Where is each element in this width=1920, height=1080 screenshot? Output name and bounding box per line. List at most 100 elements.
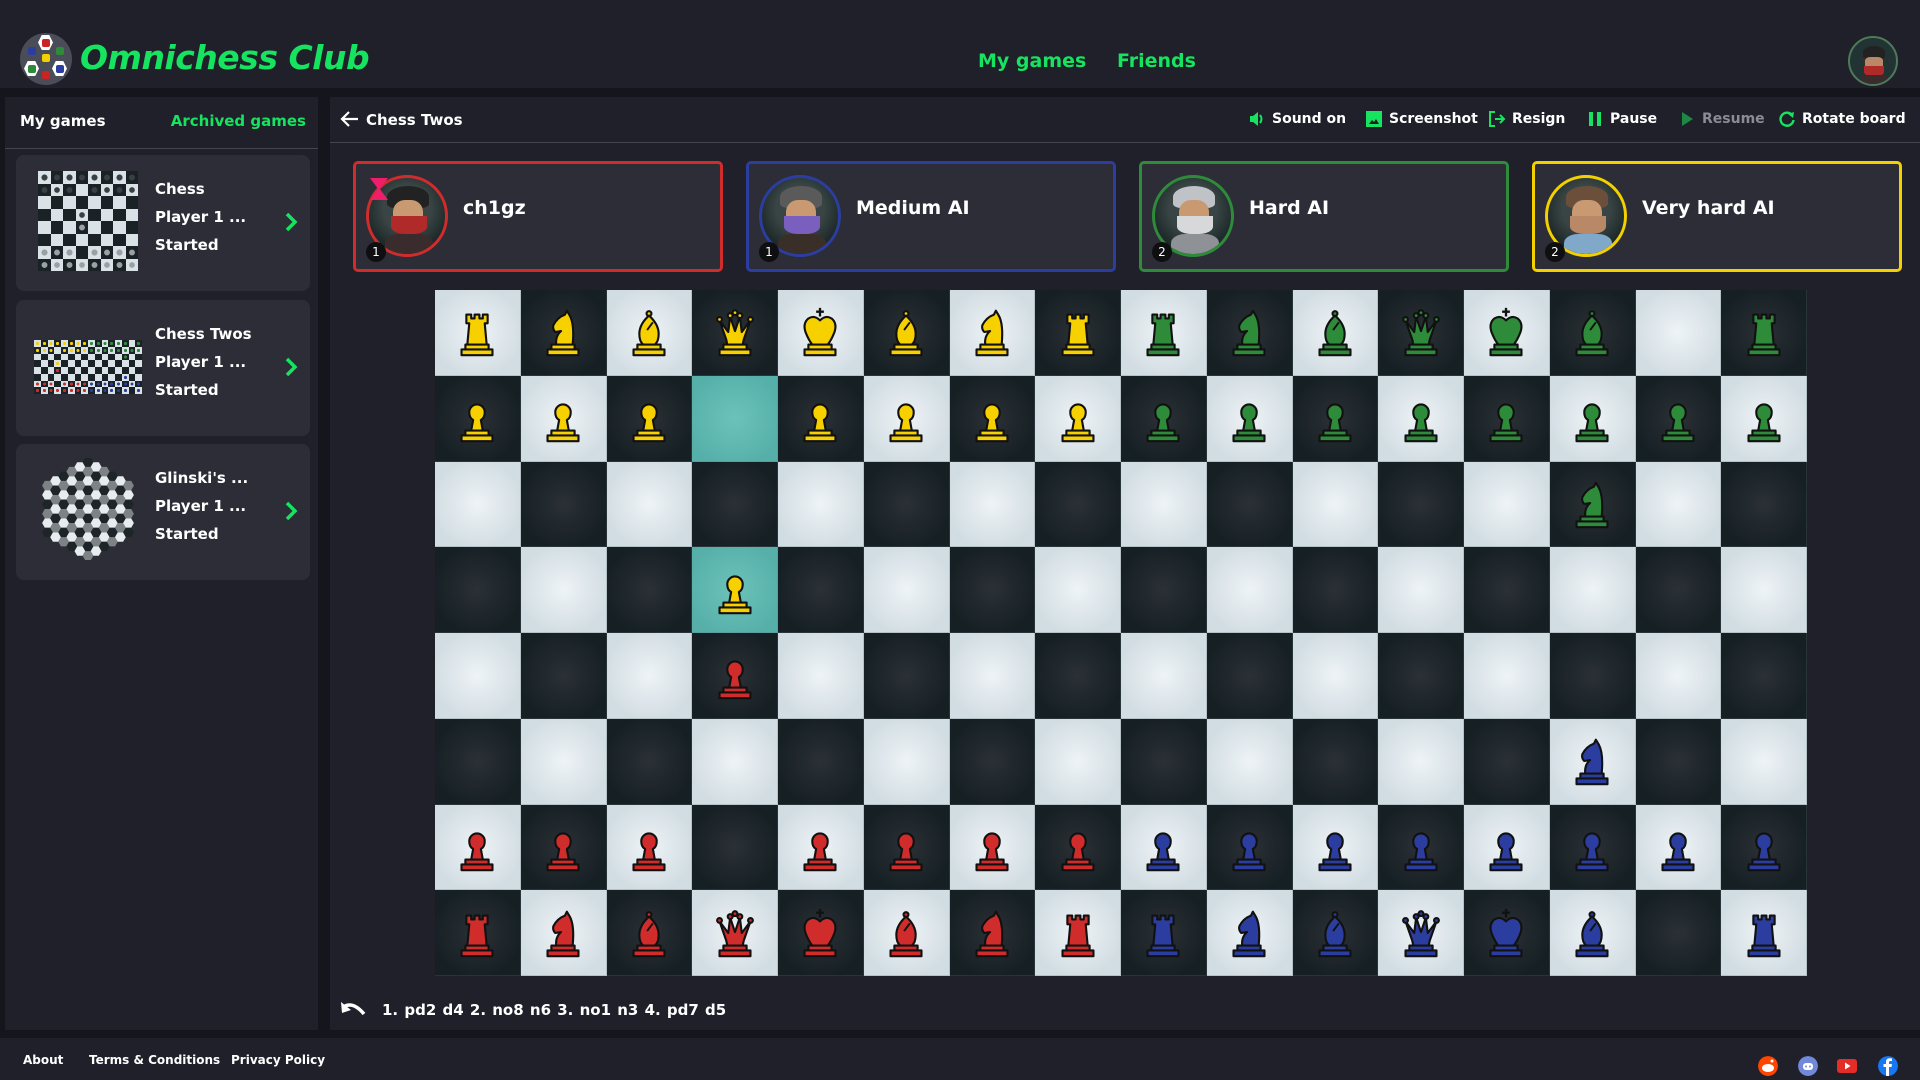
board-square[interactable] xyxy=(606,547,693,633)
red-pawn-icon[interactable] xyxy=(448,818,506,876)
footer-terms-link[interactable]: Terms & Conditions xyxy=(89,1053,220,1067)
board-square[interactable] xyxy=(1464,890,1550,976)
board-square[interactable] xyxy=(778,718,864,805)
board-square[interactable] xyxy=(1378,547,1464,633)
red-pawn-icon[interactable] xyxy=(963,818,1021,876)
board-square[interactable] xyxy=(1721,461,1807,548)
board-square[interactable] xyxy=(863,890,950,976)
board-square[interactable] xyxy=(1035,804,1121,891)
board-square[interactable] xyxy=(1292,804,1379,891)
board-square[interactable] xyxy=(606,290,693,376)
board-square[interactable] xyxy=(1635,633,1722,719)
board-square[interactable] xyxy=(1035,290,1121,376)
green-bishop-icon[interactable] xyxy=(1306,303,1364,361)
board-square[interactable] xyxy=(1035,718,1121,805)
board-square[interactable] xyxy=(520,633,607,719)
red-pawn-icon[interactable] xyxy=(877,818,935,876)
omnichess-logo-icon[interactable] xyxy=(20,33,72,85)
blue-bishop-icon[interactable] xyxy=(1306,904,1364,962)
nav-my-games[interactable]: My games xyxy=(978,50,1086,72)
blue-rook-icon[interactable] xyxy=(1134,904,1192,962)
game-card-chess[interactable]: Chess Player 1 ... Started xyxy=(16,155,310,291)
board-square[interactable] xyxy=(1121,633,1207,719)
board-square[interactable] xyxy=(1035,547,1121,633)
player-card[interactable]: 2 Very hard AI xyxy=(1532,161,1902,272)
yellow-pawn-icon[interactable] xyxy=(877,389,935,447)
board-square[interactable] xyxy=(692,890,778,976)
board-square[interactable] xyxy=(949,547,1036,633)
yellow-knight-icon[interactable] xyxy=(963,303,1021,361)
board-square[interactable] xyxy=(1121,804,1207,891)
red-queen-icon[interactable] xyxy=(706,904,764,962)
green-bishop-icon[interactable] xyxy=(1563,303,1621,361)
board-square[interactable] xyxy=(1121,718,1207,805)
board-square[interactable] xyxy=(1549,375,1636,462)
board-square[interactable] xyxy=(1378,633,1464,719)
board-square[interactable] xyxy=(863,375,950,462)
board-square[interactable] xyxy=(1549,890,1636,976)
discord-icon[interactable] xyxy=(1798,1056,1818,1076)
board-square[interactable] xyxy=(435,375,521,462)
reddit-icon[interactable] xyxy=(1758,1056,1778,1076)
board-square[interactable] xyxy=(1206,375,1293,462)
blue-pawn-icon[interactable] xyxy=(1306,818,1364,876)
board-square[interactable] xyxy=(1464,290,1550,376)
board-square[interactable] xyxy=(520,461,607,548)
board-square[interactable] xyxy=(1635,547,1722,633)
blue-king-icon[interactable] xyxy=(1477,904,1535,962)
board-square[interactable] xyxy=(1035,890,1121,976)
red-pawn-icon[interactable] xyxy=(620,818,678,876)
blue-pawn-icon[interactable] xyxy=(1220,818,1278,876)
board-square[interactable] xyxy=(1721,375,1807,462)
red-knight-icon[interactable] xyxy=(534,904,592,962)
green-rook-icon[interactable] xyxy=(1735,303,1793,361)
brand-title[interactable]: Omnichess Club xyxy=(80,38,370,77)
board-square[interactable] xyxy=(692,290,778,376)
yellow-bishop-icon[interactable] xyxy=(620,303,678,361)
board-square[interactable] xyxy=(1721,890,1807,976)
board-square[interactable] xyxy=(1121,547,1207,633)
green-king-icon[interactable] xyxy=(1477,303,1535,361)
blue-pawn-icon[interactable] xyxy=(1735,818,1793,876)
green-pawn-icon[interactable] xyxy=(1649,389,1707,447)
board-square[interactable] xyxy=(778,890,864,976)
yellow-pawn-icon[interactable] xyxy=(706,561,764,619)
red-pawn-icon[interactable] xyxy=(1049,818,1107,876)
board-square[interactable] xyxy=(1721,290,1807,376)
board-square[interactable] xyxy=(863,547,950,633)
board-square[interactable] xyxy=(1549,718,1636,805)
red-king-icon[interactable] xyxy=(791,904,849,962)
board-square[interactable] xyxy=(1464,375,1550,462)
yellow-bishop-icon[interactable] xyxy=(877,303,935,361)
yellow-knight-icon[interactable] xyxy=(534,303,592,361)
red-pawn-icon[interactable] xyxy=(791,818,849,876)
board-square[interactable] xyxy=(1378,375,1464,462)
screenshot-button[interactable]: Screenshot xyxy=(1365,110,1478,128)
board-square[interactable] xyxy=(1464,804,1550,891)
board-square[interactable] xyxy=(520,375,607,462)
green-queen-icon[interactable] xyxy=(1392,303,1450,361)
board-square[interactable] xyxy=(692,718,778,805)
board-square[interactable] xyxy=(863,290,950,376)
board-square[interactable] xyxy=(1721,633,1807,719)
blue-pawn-icon[interactable] xyxy=(1563,818,1621,876)
board-square[interactable] xyxy=(1635,461,1722,548)
board-square[interactable] xyxy=(778,633,864,719)
blue-queen-icon[interactable] xyxy=(1392,904,1450,962)
board-square[interactable] xyxy=(1378,804,1464,891)
board-square[interactable] xyxy=(606,461,693,548)
board-square[interactable] xyxy=(692,804,778,891)
board-square[interactable] xyxy=(435,804,521,891)
board-square[interactable] xyxy=(1292,890,1379,976)
chess-board[interactable] xyxy=(435,290,1807,976)
red-pawn-icon[interactable] xyxy=(534,818,592,876)
board-square[interactable] xyxy=(863,804,950,891)
board-square[interactable] xyxy=(1121,890,1207,976)
undo-icon[interactable] xyxy=(340,1000,368,1020)
green-pawn-icon[interactable] xyxy=(1392,389,1450,447)
board-square[interactable] xyxy=(692,375,778,462)
board-square[interactable] xyxy=(1035,633,1121,719)
player-card[interactable]: 1 Medium AI xyxy=(746,161,1116,272)
blue-knight-icon[interactable] xyxy=(1563,732,1621,790)
blue-pawn-icon[interactable] xyxy=(1477,818,1535,876)
